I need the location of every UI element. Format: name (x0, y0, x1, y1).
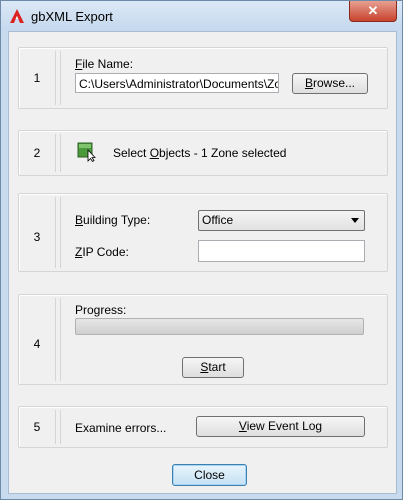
step-divider (55, 197, 61, 268)
autocad-logo-icon (10, 9, 24, 23)
step-divider (55, 134, 61, 172)
progress-label: Progress: (75, 303, 127, 317)
step-divider (55, 51, 61, 105)
file-section: 1 File Name: C:\Users\Administrator\Docu… (18, 47, 388, 109)
errors-section: 5 Examine errors... View Event Log (18, 406, 388, 448)
file-name-input[interactable]: C:\Users\Administrator\Documents\Zone (75, 73, 279, 93)
step-divider (55, 410, 61, 444)
step-number: 1 (33, 71, 41, 85)
zip-code-input[interactable] (198, 240, 365, 262)
chevron-down-icon (351, 218, 359, 223)
step-number: 3 (33, 230, 41, 244)
browse-button[interactable]: Browse... (292, 73, 368, 94)
select-section: 2 Select Objects - 1 Zone selected (18, 130, 388, 176)
view-event-log-button[interactable]: View Event Log (196, 416, 365, 437)
zip-code-label: ZIP Code: (75, 245, 129, 259)
title-bar[interactable]: gbXML Export ✕ (1, 1, 402, 31)
window-title: gbXML Export (31, 9, 113, 24)
window-close-button[interactable]: ✕ (349, 1, 397, 22)
building-type-dropdown[interactable]: Office (198, 210, 365, 231)
building-type-value: Office (202, 213, 234, 227)
start-button[interactable]: Start (182, 357, 244, 378)
building-type-label: Building Type: (75, 213, 151, 227)
building-section: 3 Building Type: Office ZIP Code: (18, 193, 388, 272)
step-number: 4 (33, 337, 41, 351)
progress-bar (75, 318, 364, 335)
step-number: 2 (33, 146, 41, 160)
close-button[interactable]: Close (172, 464, 247, 486)
file-name-label: File Name: (75, 57, 134, 71)
select-objects-label: Select Objects - 1 Zone selected (113, 146, 287, 160)
step-divider (55, 298, 61, 381)
progress-section: 4 Progress: Start (18, 294, 388, 385)
export-window: gbXML Export ✕ 1 File Name: C:\Users\Adm… (0, 0, 403, 500)
examine-errors-label: Examine errors... (75, 421, 167, 435)
select-objects-icon[interactable] (77, 142, 97, 162)
step-number: 5 (33, 420, 41, 434)
dialog-client: 1 File Name: C:\Users\Administrator\Docu… (8, 31, 397, 494)
